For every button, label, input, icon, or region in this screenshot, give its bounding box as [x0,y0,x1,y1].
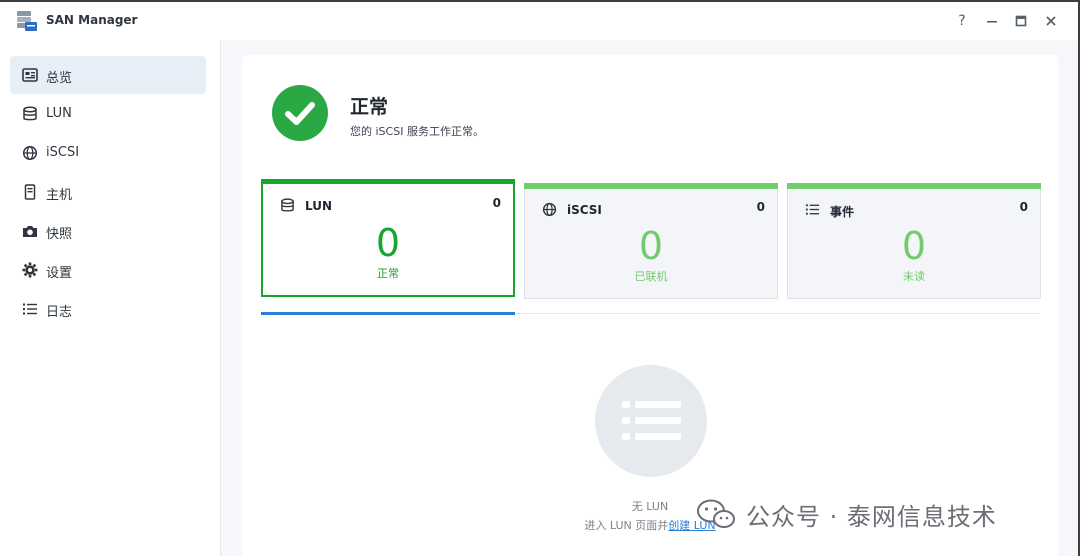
overview-panel: 正常 您的 iSCSI 服务工作正常。 LUN 0 0 正常 iSCSI 0 0… [242,55,1058,556]
sidebar-item-label: 总览 [46,71,73,86]
sidebar-item-label: 主机 [46,188,73,203]
database-icon [281,198,294,212]
empty-hint-text: 进入 LUN 页面并 [584,519,669,532]
camera-icon [23,226,37,237]
wechat-icon [697,499,735,528]
card-top-bar [524,183,778,189]
sidebar-item-label: LUN [46,106,72,121]
sidebar-item-log[interactable]: 日志 [10,290,206,328]
maximize-button[interactable] [1010,10,1032,32]
card-events[interactable]: 事件 0 0 未读 [787,183,1041,299]
database-icon [23,106,37,121]
status-title: 正常 [350,96,389,118]
close-button[interactable] [1040,10,1062,32]
card-status: 未读 [903,270,925,283]
card-value: 0 [375,221,401,265]
watermark: 公众号 · 泰网信息技术 [696,494,997,534]
host-icon [24,184,36,200]
card-top-bar [787,183,1041,189]
card-title: iSCSI [567,203,602,217]
sidebar-item-overview[interactable]: 总览 [10,56,206,94]
sidebar-item-iscsi[interactable]: iSCSI [10,134,206,172]
sidebar-item-snapshot[interactable]: 快照 [10,212,206,250]
card-value: 0 [638,224,664,268]
card-count: 0 [492,196,501,210]
card-status: 已联机 [634,270,668,283]
empty-list-icon [595,365,707,477]
card-top-bar [261,179,515,184]
sidebar-item-lun[interactable]: LUN [10,95,206,133]
globe-icon [542,202,557,217]
sidebar-item-label: 设置 [46,266,73,281]
app-title: SAN Manager [46,13,138,27]
sidebar-item-host[interactable]: 主机 [10,173,206,211]
list-icon [805,204,820,215]
minimize-button[interactable] [981,10,1003,32]
card-status: 正常 [377,267,399,280]
watermark-text: 公众号 · 泰网信息技术 [746,502,997,531]
card-count: 0 [756,200,765,214]
gear-icon [22,262,38,278]
sidebar-item-settings[interactable]: 设置 [10,251,206,289]
status-ok-icon [272,85,328,141]
san-manager-window: SAN Manager ? 总览 LUN iSCSI 主机 快照 设置 日志 正… [0,2,1078,556]
help-button[interactable]: ? [951,10,973,32]
card-title: 事件 [830,205,855,219]
list-icon [23,303,37,315]
san-manager-app-icon [17,11,37,31]
status-description: 您的 iSCSI 服务工作正常。 [350,125,484,138]
card-count: 0 [1019,200,1028,214]
card-lun[interactable]: LUN 0 0 正常 [261,179,515,297]
sidebar-item-label: 快照 [46,227,73,242]
card-title: LUN [305,199,333,213]
overview-icon [22,68,38,82]
active-tab-indicator [261,312,515,315]
close-icon [1046,16,1056,26]
card-iscsi[interactable]: iSCSI 0 0 已联机 [524,183,778,299]
title-bar: SAN Manager ? [0,2,1078,40]
sidebar-item-label: 日志 [46,305,73,320]
globe-icon [22,145,38,161]
sidebar: 总览 LUN iSCSI 主机 快照 设置 日志 [0,40,221,556]
card-value: 0 [901,224,927,268]
maximize-icon [1015,15,1027,27]
sidebar-item-label: iSCSI [46,145,80,160]
minimize-icon [987,21,997,23]
